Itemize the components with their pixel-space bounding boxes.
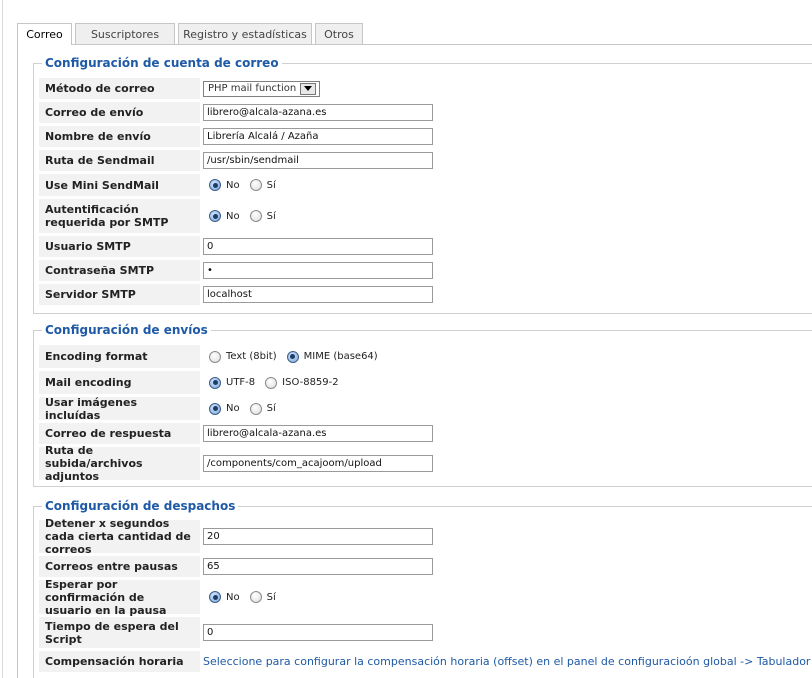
row-smtp-server: Servidor SMTP — [39, 284, 812, 305]
embed-images-si-radio[interactable] — [249, 402, 262, 415]
row-script-timeout: Tiempo de espera del Script — [39, 617, 812, 648]
encoding-utf8-radio[interactable] — [209, 376, 221, 389]
row-encoding-format: Encoding format Text (8bit) MIME (base64… — [39, 345, 812, 368]
mail-encoding-label: Mail encoding — [39, 371, 200, 394]
sendmail-path-input[interactable] — [203, 152, 433, 169]
smtp-auth-si-label: Sí — [266, 210, 276, 222]
row-mini-sendmail: Use Mini SendMail No Sí — [39, 174, 812, 196]
sender-email-label: Correo de envío — [39, 102, 200, 123]
row-smtp-password: Contraseña SMTP — [39, 260, 812, 281]
row-sender-email: Correo de envío — [39, 102, 812, 123]
mails-between-input[interactable] — [203, 558, 433, 575]
section-sending-title: Configuración de envíos — [42, 323, 211, 337]
mail-method-value: PHP mail function — [208, 83, 297, 94]
mail-method-label: Método de correo — [39, 78, 200, 99]
tab-suscriptores[interactable]: Suscriptores — [75, 23, 175, 44]
upload-path-label: Ruta de subida/archivos adjuntos — [39, 444, 200, 483]
smtp-auth-no-radio[interactable] — [209, 210, 221, 222]
mini-sendmail-no-label: No — [226, 179, 240, 191]
row-time-offset: Compensación horaria Seleccione para con… — [39, 651, 812, 672]
script-timeout-label: Tiempo de espera del Script — [39, 617, 200, 648]
encoding-text-label: Text (8bit) — [226, 351, 277, 362]
wait-confirm-si-radio[interactable] — [249, 591, 262, 603]
row-mails-between: Correos entre pausas — [39, 556, 812, 577]
embed-images-no-radio[interactable] — [209, 402, 221, 415]
smtp-server-input[interactable] — [203, 286, 433, 303]
tab-registro-estadisticas[interactable]: Registro y estadísticas — [178, 23, 312, 44]
script-timeout-input[interactable] — [203, 624, 433, 641]
wait-confirm-no-radio[interactable] — [209, 591, 221, 603]
page-left-border — [2, 0, 3, 678]
smtp-user-label: Usuario SMTP — [39, 236, 200, 257]
encoding-mime-label: MIME (base64) — [303, 351, 378, 362]
pause-seconds-input[interactable] — [203, 528, 433, 545]
row-embed-images: Usar imágenes incluídas No Sí — [39, 396, 812, 422]
reply-to-label: Correo de respuesta — [39, 423, 200, 444]
sender-name-label: Nombre de envío — [39, 126, 200, 147]
time-offset-link[interactable]: Seleccione para configurar la compensaci… — [203, 655, 812, 668]
row-pause-seconds: Detener x segundos cada cierta cantidad … — [39, 517, 812, 556]
embed-images-label: Usar imágenes incluídas — [39, 396, 200, 422]
smtp-user-input[interactable] — [203, 238, 433, 255]
wait-confirm-label: Esperar por confirmación de usuario en l… — [39, 578, 200, 617]
mails-between-label: Correos entre pausas — [39, 556, 200, 577]
sendmail-path-label: Ruta de Sendmail — [39, 150, 200, 171]
chevron-down-icon[interactable] — [300, 82, 317, 95]
encoding-iso-label: ISO-8859-2 — [282, 377, 339, 388]
mini-sendmail-no-radio[interactable] — [209, 179, 221, 191]
smtp-password-input[interactable] — [203, 262, 433, 279]
section-dispatch-title: Configuración de despachos — [42, 499, 239, 513]
row-wait-confirm: Esperar por confirmación de usuario en l… — [39, 578, 812, 617]
row-mail-encoding: Mail encoding UTF-8 ISO-8859-2 — [39, 371, 812, 394]
mini-sendmail-si-radio[interactable] — [249, 179, 262, 191]
pause-seconds-label: Detener x segundos cada cierta cantidad … — [39, 517, 200, 556]
smtp-password-label: Contraseña SMTP — [39, 260, 200, 281]
sender-email-input[interactable] — [203, 104, 433, 121]
encoding-mime-radio[interactable] — [286, 350, 299, 363]
sender-name-input[interactable] — [203, 128, 433, 145]
wait-confirm-si-label: Sí — [266, 591, 276, 603]
row-sender-name: Nombre de envío — [39, 126, 812, 147]
encoding-text-radio[interactable] — [209, 350, 221, 363]
upload-path-input[interactable] — [203, 455, 433, 472]
tab-otros[interactable]: Otros — [315, 23, 363, 44]
wait-confirm-no-label: No — [226, 591, 240, 603]
row-reply-to: Correo de respuesta — [39, 423, 812, 444]
reply-to-input[interactable] — [203, 425, 433, 442]
time-offset-label: Compensación horaria — [39, 651, 200, 672]
smtp-auth-si-radio[interactable] — [249, 210, 262, 222]
section-account-title: Configuración de cuenta de correo — [42, 56, 282, 70]
smtp-auth-no-label: No — [226, 210, 240, 222]
mini-sendmail-si-label: Sí — [266, 179, 276, 191]
encoding-iso-radio[interactable] — [265, 376, 278, 389]
embed-images-si-label: Sí — [266, 403, 276, 414]
row-smtp-user: Usuario SMTP — [39, 236, 812, 257]
smtp-server-label: Servidor SMTP — [39, 284, 200, 305]
row-sendmail-path: Ruta de Sendmail — [39, 150, 812, 171]
encoding-format-label: Encoding format — [39, 345, 200, 368]
row-smtp-auth: Autentificación requerida por SMTP No Sí — [39, 199, 812, 233]
mail-method-select[interactable]: PHP mail function — [203, 80, 320, 97]
row-mail-method: Método de correo PHP mail function — [39, 78, 812, 99]
tab-correo[interactable]: Correo — [17, 23, 72, 45]
encoding-utf8-label: UTF-8 — [226, 377, 256, 388]
embed-images-no-label: No — [226, 403, 240, 414]
mini-sendmail-label: Use Mini SendMail — [39, 174, 200, 196]
smtp-auth-label: Autentificación requerida por SMTP — [39, 199, 200, 233]
row-upload-path: Ruta de subida/archivos adjuntos — [39, 444, 812, 483]
